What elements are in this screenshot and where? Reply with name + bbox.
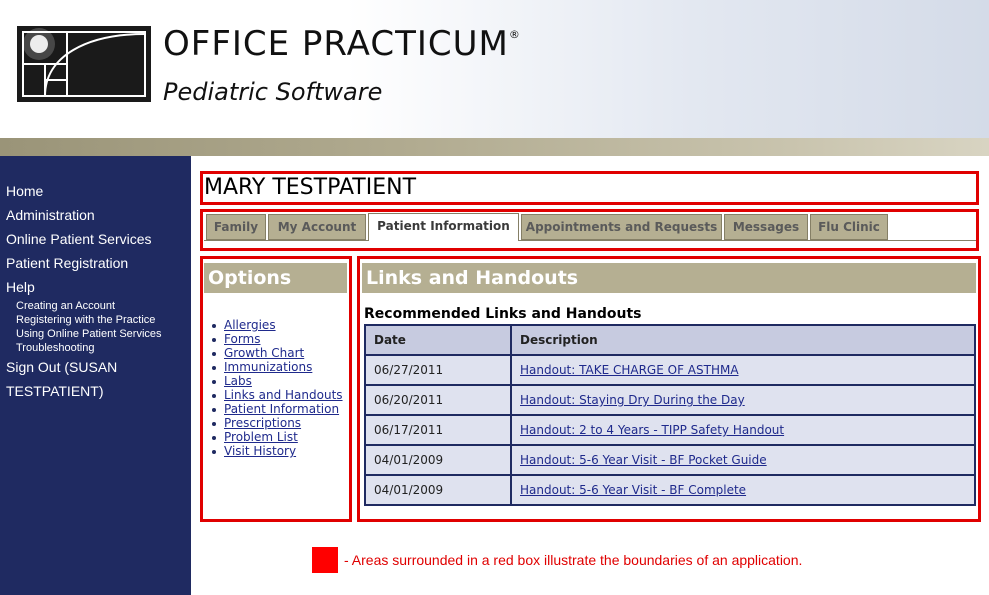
- row-date: 06/20/2011: [364, 384, 512, 416]
- option-link-visit-history[interactable]: Visit History: [224, 444, 296, 458]
- options-list: Allergies Forms Growth Chart Immunizatio…: [212, 318, 343, 458]
- tab-divider-line: [204, 240, 976, 241]
- bullet-icon: [212, 449, 216, 454]
- bullet-icon: [212, 379, 216, 384]
- option-link-patient-information[interactable]: Patient Information: [224, 402, 339, 416]
- list-item: Visit History: [212, 444, 343, 458]
- help-item-registering[interactable]: Registering with the Practice: [16, 314, 155, 326]
- list-item: Labs: [212, 374, 343, 388]
- list-item: Forms: [212, 332, 343, 346]
- handout-link[interactable]: Handout: 5-6 Year Visit - BF Complete: [520, 483, 746, 497]
- list-item: Patient Information: [212, 402, 343, 416]
- registered-mark: ®: [508, 28, 521, 41]
- option-link-immunizations[interactable]: Immunizations: [224, 360, 312, 374]
- sidebar-item-online-patient-services[interactable]: Online Patient Services: [6, 231, 152, 247]
- option-link-growth-chart[interactable]: Growth Chart: [224, 346, 304, 360]
- legend-red-swatch: [312, 547, 338, 573]
- tab-my-account[interactable]: My Account: [268, 214, 366, 240]
- list-item: Prescriptions: [212, 416, 343, 430]
- row-description: Handout: TAKE CHARGE OF ASTHMA: [510, 354, 976, 386]
- bullet-icon: [212, 435, 216, 440]
- tab-family[interactable]: Family: [206, 214, 266, 240]
- option-link-labs[interactable]: Labs: [224, 374, 252, 388]
- sidebar-item-help[interactable]: Help: [6, 279, 35, 295]
- row-date: 06/17/2011: [364, 414, 512, 446]
- list-item: Problem List: [212, 430, 343, 444]
- table-row: 06/27/2011 Handout: TAKE CHARGE OF ASTHM…: [364, 354, 976, 386]
- table-row: 04/01/2009 Handout: 5-6 Year Visit - BF …: [364, 444, 976, 476]
- list-item: Allergies: [212, 318, 343, 332]
- recommended-links-heading: Recommended Links and Handouts: [364, 306, 642, 322]
- list-item: Immunizations: [212, 360, 343, 374]
- option-link-allergies[interactable]: Allergies: [224, 318, 276, 332]
- bullet-icon: [212, 393, 216, 398]
- table-row: 06/17/2011 Handout: 2 to 4 Years - TIPP …: [364, 414, 976, 446]
- patient-name: MARY TESTPATIENT: [204, 175, 417, 200]
- handout-link[interactable]: Handout: 5-6 Year Visit - BF Pocket Guid…: [520, 453, 767, 467]
- option-link-forms[interactable]: Forms: [224, 332, 260, 346]
- sidebar-item-home[interactable]: Home: [6, 183, 43, 199]
- help-item-using-services[interactable]: Using Online Patient Services: [16, 328, 162, 340]
- option-link-prescriptions[interactable]: Prescriptions: [224, 416, 301, 430]
- sidebar-item-sign-out[interactable]: Sign Out (SUSAN: [6, 359, 117, 375]
- row-description: Handout: 5-6 Year Visit - BF Pocket Guid…: [510, 444, 976, 476]
- office-practicum-logo: [17, 26, 151, 102]
- row-description: Handout: Staying Dry During the Day: [510, 384, 976, 416]
- column-header-date: Date: [364, 324, 512, 356]
- sidebar-item-sign-out-user[interactable]: TESTPATIENT): [6, 383, 103, 399]
- table-header-row: Date Description: [364, 324, 976, 356]
- row-description: Handout: 5-6 Year Visit - BF Complete: [510, 474, 976, 506]
- row-date: 04/01/2009: [364, 474, 512, 506]
- handout-link[interactable]: Handout: TAKE CHARGE OF ASTHMA: [520, 363, 739, 377]
- brand-subtitle: Pediatric Software: [163, 78, 383, 106]
- tab-appointments-requests[interactable]: Appointments and Requests: [521, 214, 722, 240]
- list-item: Links and Handouts: [212, 388, 343, 402]
- links-handouts-table: Date Description 06/27/2011 Handout: TAK…: [364, 324, 976, 506]
- links-handouts-header: Links and Handouts: [362, 263, 976, 293]
- tab-flu-clinic[interactable]: Flu Clinic: [810, 214, 888, 240]
- handout-link[interactable]: Handout: 2 to 4 Years - TIPP Safety Hand…: [520, 423, 784, 437]
- bullet-icon: [212, 407, 216, 412]
- column-header-description: Description: [510, 324, 976, 356]
- table-row: 04/01/2009 Handout: 5-6 Year Visit - BF …: [364, 474, 976, 506]
- row-date: 06/27/2011: [364, 354, 512, 386]
- help-item-creating-account[interactable]: Creating an Account: [16, 300, 115, 312]
- handout-link[interactable]: Handout: Staying Dry During the Day: [520, 393, 745, 407]
- bullet-icon: [212, 365, 216, 370]
- table-row: 06/20/2011 Handout: Staying Dry During t…: [364, 384, 976, 416]
- list-item: Growth Chart: [212, 346, 343, 360]
- brand-title: OFFICE PRACTICUM®: [163, 24, 521, 64]
- logo-icon: [17, 26, 151, 102]
- bullet-icon: [212, 323, 216, 328]
- help-item-troubleshooting[interactable]: Troubleshooting: [16, 342, 94, 354]
- bullet-icon: [212, 351, 216, 356]
- row-description: Handout: 2 to 4 Years - TIPP Safety Hand…: [510, 414, 976, 446]
- header-banner: OFFICE PRACTICUM® Pediatric Software: [0, 0, 989, 138]
- legend-text: - Areas surrounded in a red box illustra…: [344, 552, 803, 568]
- sidebar-item-patient-registration[interactable]: Patient Registration: [6, 255, 128, 271]
- header-band: [0, 138, 989, 156]
- bullet-icon: [212, 337, 216, 342]
- sidebar-item-administration[interactable]: Administration: [6, 207, 95, 223]
- option-link-problem-list[interactable]: Problem List: [224, 430, 298, 444]
- tab-messages[interactable]: Messages: [724, 214, 808, 240]
- brand-title-text: OFFICE PRACTICUM: [163, 24, 509, 64]
- row-date: 04/01/2009: [364, 444, 512, 476]
- bullet-icon: [212, 421, 216, 426]
- option-link-links-handouts[interactable]: Links and Handouts: [224, 388, 343, 402]
- tab-patient-information[interactable]: Patient Information: [368, 213, 519, 241]
- options-header: Options: [204, 263, 347, 293]
